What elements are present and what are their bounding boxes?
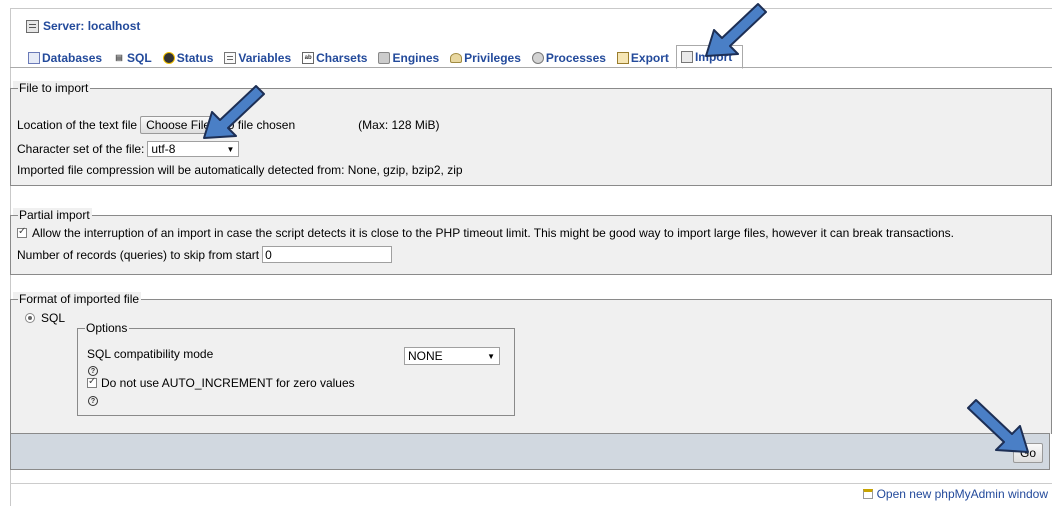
allow-interrupt-label: Allow the interruption of an import in c…: [32, 226, 954, 240]
submit-bar: Go: [10, 433, 1050, 470]
processes-icon: [531, 52, 544, 64]
compat-label-row: SQL compatibility mode: [87, 347, 213, 361]
page-top-border: [10, 8, 1052, 9]
new-window-icon: [862, 489, 873, 499]
format-fieldset: Format of imported file SQL Options SQL …: [10, 292, 1052, 434]
variables-icon: [224, 52, 237, 64]
help-icon[interactable]: ?: [88, 366, 98, 376]
server-icon: [26, 19, 39, 33]
tab-privileges[interactable]: Privileges: [446, 48, 528, 68]
tab-label: Import: [694, 50, 733, 64]
tab-label: Status: [176, 51, 214, 65]
tab-databases[interactable]: Databases: [24, 48, 109, 68]
go-button[interactable]: Go: [1012, 443, 1043, 463]
chevron-down-icon: ▼: [487, 352, 495, 361]
help-icon[interactable]: ?: [88, 396, 98, 406]
tab-label: SQL: [127, 51, 152, 65]
compat-value: NONE: [408, 349, 443, 363]
main-tabs: Databases ▤ SQL Status Variables ab Charse…: [24, 45, 744, 69]
chevron-down-icon: ▼: [226, 145, 235, 154]
location-label: Location of the text file: [17, 118, 138, 132]
sql-icon: ▤: [115, 53, 123, 62]
compression-note: Imported file compression will be automa…: [17, 163, 463, 177]
choose-file-button[interactable]: Choose File: [140, 116, 217, 134]
open-new-window-link[interactable]: Open new phpMyAdmin window: [862, 487, 1048, 501]
compat-select[interactable]: NONE ▼: [404, 347, 500, 365]
footer-divider: [10, 483, 1052, 484]
sql-format-radio[interactable]: [25, 313, 35, 323]
charset-label: Character set of the file:: [17, 142, 145, 156]
charset-select[interactable]: utf-8 ▼: [147, 141, 240, 157]
auto-increment-checkbox[interactable]: [87, 376, 97, 388]
server-link[interactable]: Server: localhost: [43, 19, 140, 33]
sql-radio-label: SQL: [41, 311, 66, 325]
fieldset-legend: File to import: [13, 81, 91, 95]
auto-increment-row: Do not use AUTO_INCREMENT for zero value…: [87, 376, 355, 390]
tabs-divider: [10, 67, 1052, 68]
file-to-import-fieldset: File to import Location of the text file…: [10, 81, 1052, 186]
tab-label: Databases: [42, 51, 103, 65]
charset-row: Character set of the file: utf-8 ▼: [17, 141, 240, 157]
skip-queries-input[interactable]: [262, 246, 393, 263]
max-size-text: (Max: 128 MiB): [358, 118, 440, 132]
no-file-text: No file chosen: [219, 118, 296, 132]
sql-radio-row: SQL: [25, 311, 65, 325]
tab-label: Export: [630, 51, 669, 65]
import-icon: [680, 51, 693, 63]
auto-increment-label: Do not use AUTO_INCREMENT for zero value…: [101, 376, 355, 390]
tab-label: Variables: [238, 51, 292, 65]
allow-interrupt-checkbox[interactable]: [17, 226, 27, 238]
partial-import-fieldset: Partial import Allow the interruption of…: [10, 208, 1052, 275]
tab-import[interactable]: Import: [675, 45, 744, 69]
privileges-icon: [450, 53, 463, 63]
compat-label: SQL compatibility mode: [87, 347, 214, 361]
tab-status[interactable]: Status: [159, 48, 221, 68]
charsets-icon: ab: [302, 52, 315, 64]
tab-label: Processes: [545, 51, 606, 65]
fieldset-legend: Format of imported file: [13, 292, 142, 306]
options-fieldset: Options SQL compatibility mode NONE ▼ ? …: [77, 321, 515, 416]
status-icon: [162, 52, 175, 64]
tab-charsets[interactable]: ab Charsets: [298, 48, 374, 68]
skip-row: Number of records (queries) to skip from…: [17, 246, 393, 263]
export-icon: [616, 52, 629, 64]
options-legend: Options: [80, 321, 130, 335]
allow-interrupt-row: Allow the interruption of an import in c…: [17, 226, 954, 240]
tab-engines[interactable]: Engines: [374, 48, 446, 68]
tab-variables[interactable]: Variables: [220, 48, 298, 68]
skip-label: Number of records (queries) to skip from…: [17, 247, 260, 262]
databases-icon: [28, 52, 40, 64]
server-breadcrumb: Server: localhost: [26, 18, 140, 34]
tab-label: Charsets: [316, 51, 368, 65]
tab-label: Privileges: [464, 51, 521, 65]
new-window-label: Open new phpMyAdmin window: [876, 487, 1048, 501]
location-row: Location of the text file Choose File No…: [17, 116, 440, 134]
compression-row: Imported file compression will be automa…: [17, 163, 463, 177]
tab-export[interactable]: Export: [613, 48, 676, 68]
tab-processes[interactable]: Processes: [528, 48, 613, 68]
fieldset-legend: Partial import: [13, 208, 92, 222]
engines-icon: [378, 52, 391, 64]
tab-sql[interactable]: ▤ SQL: [109, 48, 159, 68]
tab-label: Engines: [392, 51, 440, 65]
charset-value: utf-8: [151, 142, 176, 156]
